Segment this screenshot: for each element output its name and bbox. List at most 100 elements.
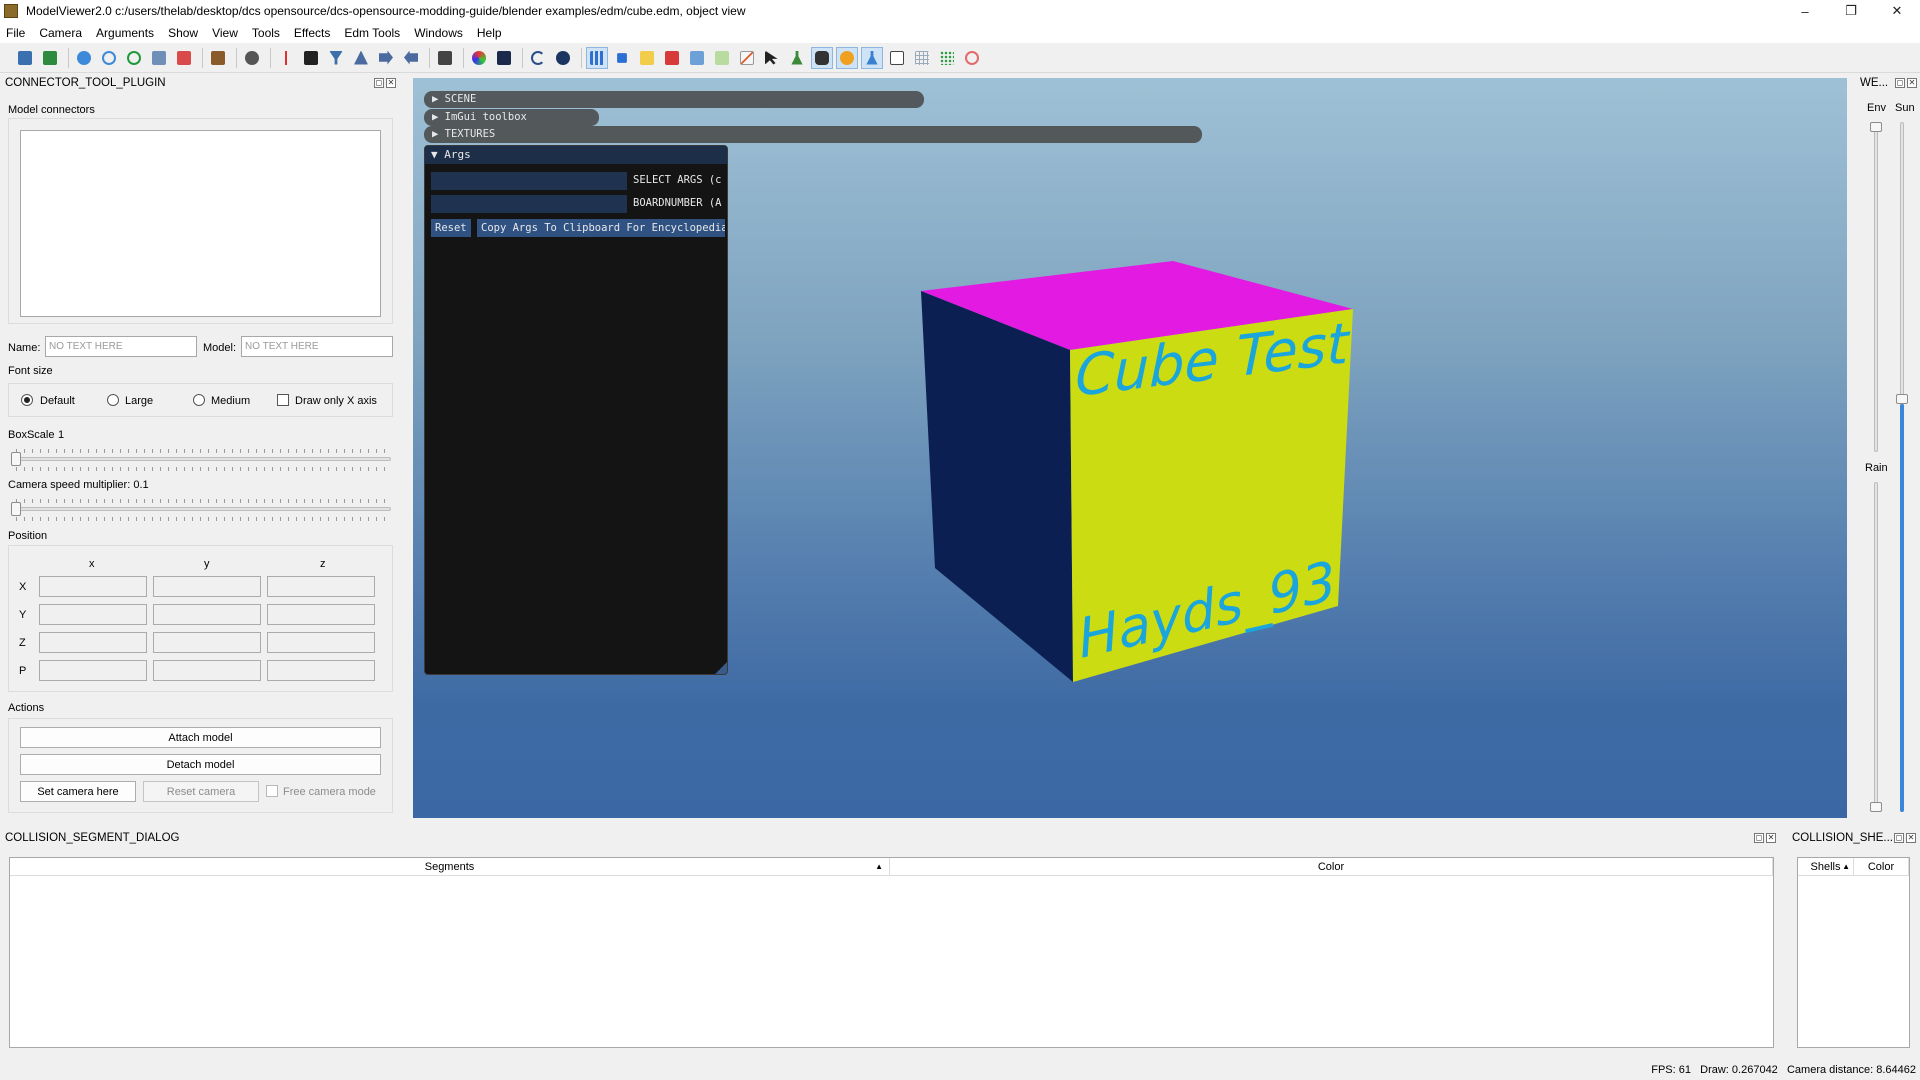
draw-only-x-checkbox[interactable] — [277, 394, 289, 406]
box-icon[interactable] — [207, 47, 229, 69]
pos-p-z-input[interactable] — [267, 660, 375, 681]
float-dock-icon[interactable]: ◻ — [1754, 833, 1764, 843]
person-icon[interactable] — [173, 47, 195, 69]
menu-view[interactable]: View — [212, 26, 238, 40]
model-connectors-list[interactable] — [20, 130, 381, 317]
float-dock-icon[interactable]: ◻ — [1895, 78, 1905, 88]
pos-z-x-input[interactable] — [39, 632, 147, 653]
reset-camera-button[interactable]: Reset camera — [143, 781, 259, 802]
color-column-header[interactable]: Color — [890, 858, 1773, 876]
shells-color-column-header[interactable]: Color — [1854, 858, 1909, 876]
close-dock-icon[interactable]: ✕ — [1907, 78, 1917, 88]
grid-target-icon[interactable] — [300, 47, 322, 69]
pos-y-z-input[interactable] — [267, 604, 375, 625]
folder-icon[interactable] — [636, 47, 658, 69]
env-slider-track[interactable] — [1874, 122, 1878, 452]
segments-column-header[interactable]: Segments ▲ — [10, 858, 890, 876]
name-input[interactable]: NO TEXT HERE — [45, 336, 197, 357]
blue-box-icon[interactable] — [686, 47, 708, 69]
refresh-icon[interactable] — [123, 47, 145, 69]
pos-x-y-input[interactable] — [153, 576, 261, 597]
pos-y-x-input[interactable] — [39, 604, 147, 625]
menu-help[interactable]: Help — [477, 26, 502, 40]
set-camera-button[interactable]: Set camera here — [20, 781, 136, 802]
shells-table[interactable]: Shells ▲ Color — [1797, 857, 1910, 1048]
close-dock-icon[interactable]: ✕ — [386, 78, 396, 88]
pos-p-y-input[interactable] — [153, 660, 261, 681]
walker-icon[interactable] — [861, 46, 883, 69]
bar-chart-icon[interactable] — [586, 46, 608, 69]
sun-icon[interactable] — [836, 46, 858, 69]
sun-slider-handle[interactable] — [1896, 394, 1908, 404]
font-medium-radio[interactable] — [193, 394, 205, 406]
camera-speed-slider-track[interactable] — [12, 507, 391, 511]
green-box-icon[interactable] — [711, 47, 733, 69]
rain-slider-track[interactable] — [1874, 482, 1878, 812]
minimize-button[interactable]: – — [1782, 0, 1828, 22]
crosshair-icon[interactable] — [275, 47, 297, 69]
note-icon[interactable] — [886, 47, 908, 69]
close-dock-icon[interactable]: ✕ — [1766, 833, 1776, 843]
pos-x-x-input[interactable] — [39, 576, 147, 597]
pos-y-y-input[interactable] — [153, 604, 261, 625]
menu-effects[interactable]: Effects — [294, 26, 330, 40]
pos-x-z-input[interactable] — [267, 576, 375, 597]
model-input[interactable]: NO TEXT HERE — [241, 336, 393, 357]
color-wheel-icon[interactable] — [468, 47, 490, 69]
reload-model-icon[interactable] — [39, 47, 61, 69]
sphere-icon[interactable] — [73, 47, 95, 69]
arrow-right-icon[interactable] — [375, 47, 397, 69]
maximize-button[interactable]: ❐ — [1828, 0, 1874, 22]
boxscale-slider-handle[interactable] — [11, 452, 21, 466]
undo-icon[interactable] — [527, 47, 549, 69]
float-dock-icon[interactable]: ◻ — [374, 78, 384, 88]
pos-z-y-input[interactable] — [153, 632, 261, 653]
menu-file[interactable]: File — [6, 26, 25, 40]
close-dock-icon[interactable]: ✕ — [1906, 833, 1916, 843]
figure-icon[interactable] — [786, 47, 808, 69]
rain-slider-handle[interactable] — [1870, 802, 1882, 812]
funnel-icon[interactable] — [325, 47, 347, 69]
pos-z-z-input[interactable] — [267, 632, 375, 653]
cone-icon[interactable] — [350, 47, 372, 69]
table-grid-icon[interactable] — [911, 47, 933, 69]
float-dock-icon[interactable]: ◻ — [1894, 833, 1904, 843]
target-icon[interactable] — [961, 47, 983, 69]
menu-edm-tools[interactable]: Edm Tools — [344, 26, 400, 40]
binoculars-icon[interactable] — [811, 46, 833, 69]
rotate-icon[interactable] — [98, 47, 120, 69]
save-icon[interactable] — [14, 47, 36, 69]
camera-icon[interactable] — [241, 47, 263, 69]
3d-viewport[interactable]: ▶ SCENE ▶ ImGui toolbox ▶ TEXTURES ▼ Arg… — [413, 78, 1847, 818]
graph-icon[interactable] — [736, 47, 758, 69]
film-icon[interactable] — [434, 47, 456, 69]
camera-speed-slider-handle[interactable] — [11, 502, 21, 516]
row-x-label: X — [19, 581, 27, 593]
menu-arguments[interactable]: Arguments — [96, 26, 154, 40]
record-icon[interactable] — [552, 47, 574, 69]
shells-column-header[interactable]: Shells ▲ — [1798, 858, 1854, 876]
terminal-icon[interactable] — [493, 47, 515, 69]
free-camera-checkbox[interactable] — [266, 785, 278, 797]
detach-model-button[interactable]: Detach model — [20, 754, 381, 775]
dots-grid-icon[interactable] — [936, 47, 958, 69]
segments-table[interactable]: Segments ▲ Color — [9, 857, 1774, 1048]
red-cube-icon[interactable] — [661, 47, 683, 69]
menu-show[interactable]: Show — [168, 26, 198, 40]
arrow-left-icon[interactable] — [400, 47, 422, 69]
font-large-radio[interactable] — [107, 394, 119, 406]
close-button[interactable]: ✕ — [1874, 0, 1920, 22]
collision-dialog-title: COLLISION_SEGMENT_DIALOG — [5, 832, 180, 844]
image-icon[interactable] — [148, 47, 170, 69]
menu-tools[interactable]: Tools — [252, 26, 280, 40]
menu-camera[interactable]: Camera — [39, 26, 82, 40]
shells-header-label: Shells — [1810, 860, 1841, 873]
env-slider-handle[interactable] — [1870, 122, 1882, 132]
pos-p-x-input[interactable] — [39, 660, 147, 681]
cursor-icon[interactable] — [761, 47, 783, 69]
font-default-radio[interactable] — [21, 394, 33, 406]
menu-windows[interactable]: Windows — [414, 26, 463, 40]
cube-small-icon[interactable] — [611, 47, 633, 69]
boxscale-slider-track[interactable] — [12, 457, 391, 461]
attach-model-button[interactable]: Attach model — [20, 727, 381, 748]
